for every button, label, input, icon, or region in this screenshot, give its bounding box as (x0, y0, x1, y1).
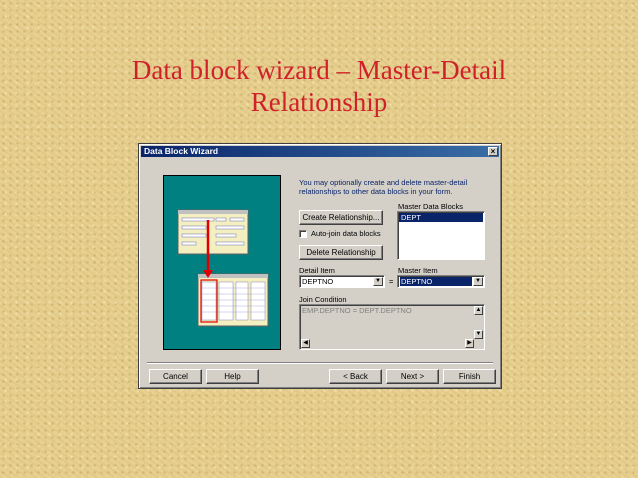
intro-text: You may optionally create and delete mas… (299, 178, 467, 196)
master-detail-diagram-icon (177, 209, 269, 327)
delete-relationship-button[interactable]: Delete Relationship (299, 245, 383, 260)
join-condition-value: EMP.DEPTNO = DEPT.DEPTNO (302, 306, 412, 315)
intro-line-2: relationships to other data blocks in yo… (299, 187, 453, 196)
scroll-left-icon[interactable]: ◀ (301, 339, 310, 348)
master-data-blocks-list[interactable]: DEPT (397, 211, 485, 260)
close-icon: × (490, 147, 496, 156)
auto-join-label: Auto-join data blocks (311, 229, 381, 238)
detail-item-label: Detail Item (299, 266, 335, 275)
master-data-blocks-label: Master Data Blocks (398, 202, 464, 211)
close-button[interactable]: × (488, 147, 498, 156)
create-relationship-button[interactable]: Create Relationship... (299, 210, 383, 225)
master-item-combo[interactable]: DEPTNO ▼ (397, 275, 485, 288)
back-button[interactable]: < Back (329, 369, 382, 384)
footer-separator (147, 362, 493, 364)
join-condition-textarea[interactable]: EMP.DEPTNO = DEPT.DEPTNO ▲ ▼ ◀ ▶ (299, 304, 485, 350)
scroll-up-icon[interactable]: ▲ (474, 306, 483, 315)
slide-title: Data block wizard – Master-Detail Relati… (0, 54, 638, 118)
master-item-label: Master Item (398, 266, 438, 275)
slide-title-line-1: Data block wizard – Master-Detail (131, 55, 507, 85)
help-button[interactable]: Help (206, 369, 259, 384)
dialog-title: Data Block Wizard (144, 146, 219, 156)
equals-sign: = (389, 277, 394, 286)
scroll-right-icon[interactable]: ▶ (465, 339, 474, 348)
data-block-wizard-dialog: Data Block Wizard × You may optionally c… (138, 143, 502, 389)
slide-title-line-2: Relationship (250, 87, 388, 117)
join-condition-label: Join Condition (299, 295, 347, 304)
master-data-block-item[interactable]: DEPT (399, 213, 483, 222)
finish-button[interactable]: Finish (443, 369, 496, 384)
dialog-titlebar: Data Block Wizard × (141, 146, 499, 157)
detail-item-combo[interactable]: DEPTNO ▼ (299, 275, 385, 288)
master-item-dropdown-icon[interactable]: ▼ (473, 277, 483, 286)
next-button[interactable]: Next > (386, 369, 439, 384)
intro-line-1: You may optionally create and delete mas… (299, 178, 468, 187)
cancel-button[interactable]: Cancel (149, 369, 202, 384)
master-item-value: DEPTNO (401, 277, 433, 286)
auto-join-checkbox-box[interactable] (299, 230, 307, 238)
scroll-down-icon[interactable]: ▼ (474, 330, 483, 339)
master-detail-illustration (163, 175, 281, 350)
detail-item-dropdown-icon[interactable]: ▼ (373, 277, 383, 286)
detail-item-value: DEPTNO (302, 277, 334, 286)
